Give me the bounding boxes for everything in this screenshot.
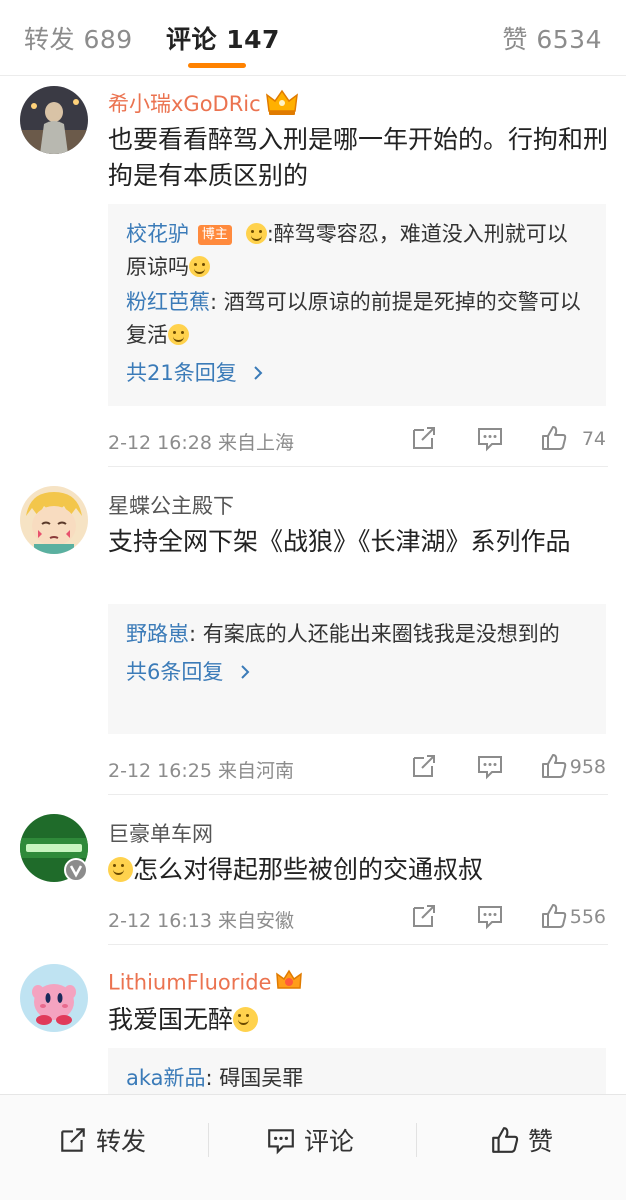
divider xyxy=(208,1123,209,1157)
like-count: 74 xyxy=(581,428,606,450)
avatar[interactable] xyxy=(20,964,88,1032)
share-icon xyxy=(61,1128,85,1152)
comment-meta: 2-12 16:28 来自上海 74 xyxy=(108,424,606,454)
comment-text: 支持全网下架《战狼》《长津湖》系列作品 xyxy=(108,527,571,556)
smile-emoji-icon xyxy=(233,1007,259,1032)
avatar[interactable] xyxy=(20,86,88,154)
like-icon[interactable] xyxy=(540,752,568,780)
crown-badge-icon xyxy=(265,89,299,122)
username-text[interactable]: 希小瑞xGoDRic xyxy=(108,92,261,116)
reply-item: 粉红芭蕉: 酒驾可以原谅的前提是死掉的交警可以复活 xyxy=(126,286,588,352)
reply-icon xyxy=(268,1129,294,1155)
reply-icon[interactable] xyxy=(476,752,504,780)
comment-time: 2-12 16:28 来自上海 xyxy=(108,432,294,454)
author-badge: 博主 xyxy=(197,225,232,245)
tab-comment[interactable]: 评论 147 xyxy=(166,20,280,56)
comment-text: 我爱国无醉 xyxy=(108,1002,608,1038)
verified-badge-icon xyxy=(64,858,88,882)
reply-username[interactable]: 野路崽 xyxy=(126,622,189,646)
like-count: 556 xyxy=(569,906,606,928)
comment-time: 2-12 16:13 来自安徽 xyxy=(108,910,294,932)
tab-repost[interactable]: 转发 689 xyxy=(24,20,133,56)
comment-label[interactable]: 评论 xyxy=(304,1122,354,1158)
avatar[interactable] xyxy=(20,814,88,882)
comment-time: 2-12 16:25 来自河南 xyxy=(108,760,294,782)
tab-active-indicator xyxy=(188,63,246,68)
divider xyxy=(108,944,608,945)
smile-emoji-icon xyxy=(245,223,267,244)
like-count: 958 xyxy=(569,756,606,778)
like-icon[interactable] xyxy=(540,424,568,452)
comment-username[interactable]: LithiumFluoride xyxy=(108,968,303,999)
more-replies-link[interactable]: 共6条回复 xyxy=(126,655,588,689)
username-text[interactable]: LithiumFluoride xyxy=(108,971,271,995)
reply-text: : 有案底的人还能出来圈钱我是没想到的 xyxy=(189,622,560,646)
smile-emoji-icon xyxy=(189,256,210,277)
reply-item: 野路崽: 有案底的人还能出来圈钱我是没想到的 xyxy=(126,618,588,651)
repost-button[interactable]: 转发 xyxy=(58,1123,146,1157)
reply-box[interactable]: 野路崽: 有案底的人还能出来圈钱我是没想到的 共6条回复 xyxy=(108,604,606,734)
repost-label[interactable]: 转发 xyxy=(96,1122,146,1158)
avatar[interactable] xyxy=(20,486,88,554)
more-replies-label[interactable]: 共21条回复 xyxy=(126,361,237,385)
chevron-right-icon xyxy=(254,366,263,380)
divider xyxy=(108,794,608,795)
share-icon[interactable] xyxy=(410,424,438,452)
reply-icon[interactable] xyxy=(476,902,504,930)
comment-meta: 2-12 16:13 来自安徽 556 xyxy=(108,902,606,932)
crying-emoji-icon xyxy=(108,857,133,882)
comment-text: 怎么对得起那些被创的交通叔叔 xyxy=(108,852,608,888)
comment-username[interactable]: 星蝶公主殿下 xyxy=(108,490,234,520)
like-label[interactable]: 赞 xyxy=(528,1122,553,1158)
reply-box[interactable]: 校花驴 博主:醉驾零容忍，难道没入刑就可以原谅吗 粉红芭蕉: 酒驾可以原谅的前提… xyxy=(108,204,606,406)
reply-username[interactable]: 校花驴 xyxy=(126,222,189,246)
reply-username[interactable]: aka新品 xyxy=(126,1066,206,1090)
comment-text: 也要看看醉驾入刑是哪一年开始的。行拘和刑拘是有本质区别的 xyxy=(108,125,609,190)
reply-item: aka新品: 碍国吴罪 xyxy=(126,1062,588,1095)
like-button[interactable]: 赞 xyxy=(490,1123,553,1157)
comment-text-content: 我爱国无醉 xyxy=(108,1005,234,1034)
more-replies-link[interactable]: 共21条回复 xyxy=(126,356,588,390)
reply-item: 校花驴 博主:醉驾零容忍，难道没入刑就可以原谅吗 xyxy=(126,218,588,284)
divider xyxy=(108,466,608,467)
comment-username[interactable]: 希小瑞xGoDRic xyxy=(108,88,299,122)
share-icon[interactable] xyxy=(410,752,438,780)
smile-emoji-icon xyxy=(168,324,189,345)
crown-badge-icon xyxy=(275,968,303,999)
like-icon[interactable] xyxy=(540,902,568,930)
comment-meta: 2-12 16:25 来自河南 958 xyxy=(108,752,606,782)
like-icon xyxy=(492,1127,519,1153)
divider xyxy=(416,1123,417,1157)
tab-like[interactable]: 赞 6534 xyxy=(502,20,602,56)
more-replies-label[interactable]: 共6条回复 xyxy=(126,660,223,684)
comment-text-content: 怎么对得起那些被创的交通叔叔 xyxy=(133,855,484,884)
comment-button[interactable]: 评论 xyxy=(266,1123,354,1157)
share-icon[interactable] xyxy=(410,902,438,930)
reply-text: : 碍国吴罪 xyxy=(205,1066,304,1090)
reply-username[interactable]: 粉红芭蕉 xyxy=(126,290,210,314)
reply-icon[interactable] xyxy=(476,424,504,452)
chevron-right-icon xyxy=(241,665,250,679)
bottom-action-bar: 转发 评论 赞 xyxy=(0,1094,626,1200)
tab-bar: 转发 689 评论 147 赞 6534 xyxy=(0,0,626,76)
comment-username[interactable]: 巨豪单车网 xyxy=(108,818,213,848)
